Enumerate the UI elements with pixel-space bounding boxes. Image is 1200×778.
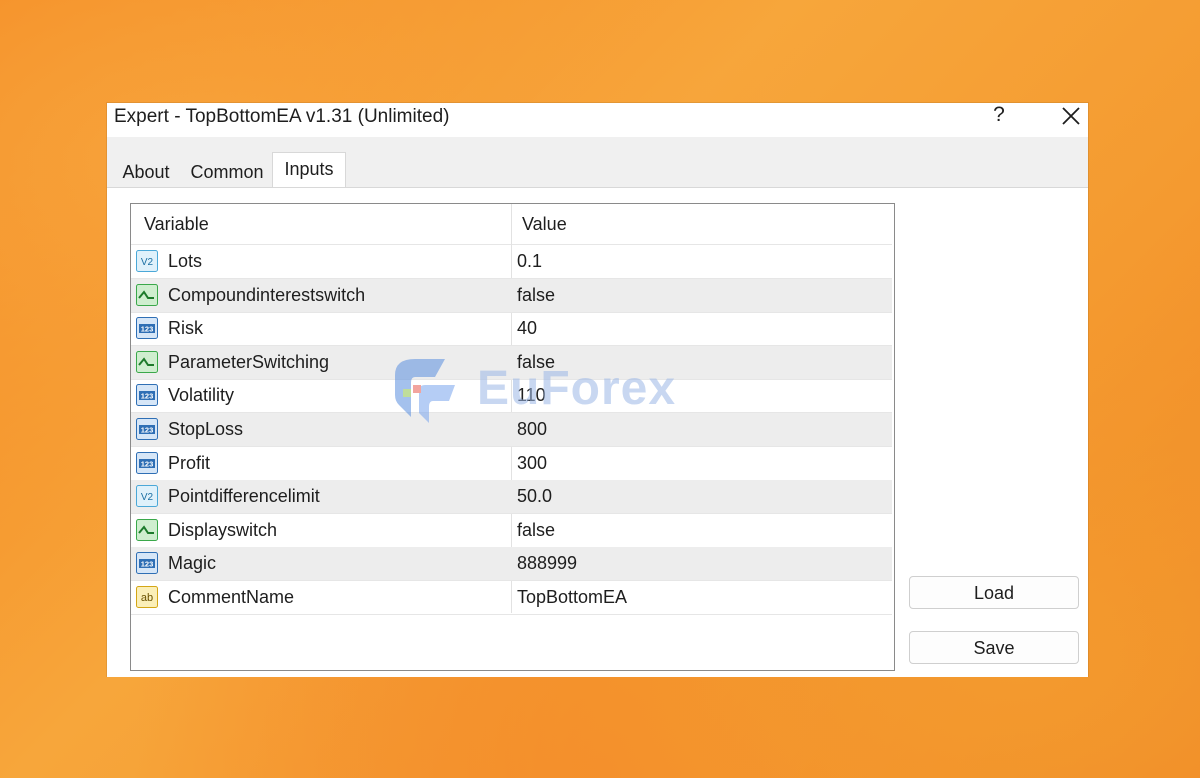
variable-name: Pointdifferencelimit — [168, 486, 320, 507]
svg-text:V2: V2 — [141, 257, 154, 268]
variable-name: Volatility — [168, 385, 235, 406]
load-button[interactable]: Load — [909, 576, 1079, 609]
inputs-panel: Variable Value V2 Lots 0.1 Compoundinterest… — [107, 187, 1088, 677]
svg-text:ab: ab — [141, 592, 153, 604]
watermark-logo-icon — [395, 359, 455, 423]
svg-text:123: 123 — [141, 459, 154, 468]
variable-name: CommentName — [168, 587, 295, 607]
bool-icon — [136, 350, 158, 373]
input-row[interactable]: Displayswitch false — [131, 514, 892, 548]
save-button[interactable]: Save — [909, 631, 1079, 664]
tab-bar: About Common Inputs — [107, 149, 1088, 189]
input-row[interactable]: ab CommentName TopBottomEA — [131, 581, 892, 615]
svg-text:123: 123 — [141, 426, 154, 435]
tab-about[interactable]: About — [117, 159, 175, 187]
input-row[interactable]: V2 Pointdifferencelimit 50.0 — [131, 480, 892, 515]
variable-value[interactable]: 300 — [517, 447, 547, 480]
variable-name: StopLoss — [168, 419, 244, 439]
double-value-icon: V2 — [136, 250, 158, 272]
string-icon: ab — [136, 586, 158, 608]
bool-icon — [136, 518, 158, 541]
int-icon: 123 — [136, 418, 158, 440]
tab-common[interactable]: Common — [187, 159, 267, 187]
double-value-icon: V2 — [136, 485, 158, 508]
variable-value[interactable]: false — [517, 279, 555, 312]
watermark: EuForex — [385, 355, 730, 425]
variable-value[interactable]: 0.1 — [517, 245, 542, 278]
variable-value[interactable]: TopBottomEA — [517, 581, 627, 614]
close-icon — [1062, 107, 1080, 125]
variable-name: Displayswitch — [168, 519, 278, 540]
tab-inputs[interactable]: Inputs — [272, 152, 346, 189]
int-icon: 123 — [136, 451, 158, 474]
input-row[interactable]: V2 Lots 0.1 — [131, 245, 892, 279]
variable-name: ParameterSwitching — [168, 351, 330, 372]
bool-icon — [136, 283, 158, 306]
help-button[interactable]: ? — [987, 103, 1011, 129]
svg-text:V2: V2 — [141, 492, 154, 503]
variable-name: Magic — [168, 553, 217, 574]
variable-name: Profit — [168, 452, 211, 473]
svg-text:123: 123 — [141, 325, 154, 334]
svg-text:123: 123 — [141, 560, 154, 569]
variable-name: Compoundinterestswitch — [168, 284, 366, 305]
window-title: Expert - TopBottomEA v1.31 (Unlimited) — [114, 106, 450, 127]
input-row[interactable]: Compoundinterestswitch false — [131, 278, 892, 313]
variable-value[interactable]: false — [517, 514, 555, 547]
watermark-text: EuForex — [477, 362, 677, 415]
svg-text:123: 123 — [141, 392, 154, 401]
close-button[interactable] — [1057, 103, 1085, 129]
variable-name: Risk — [168, 318, 203, 339]
variable-value[interactable]: 888999 — [517, 547, 577, 580]
variable-value[interactable]: 50.0 — [517, 480, 552, 513]
variable-name: Lots — [168, 251, 203, 271]
column-header-value[interactable]: Value — [522, 204, 567, 244]
input-row[interactable]: 123 Magic 888999 — [131, 547, 892, 582]
input-row[interactable]: 123 Risk 40 — [131, 312, 892, 347]
inputs-grid[interactable]: Variable Value V2 Lots 0.1 Compoundinterest… — [130, 203, 895, 671]
variable-value[interactable]: 40 — [517, 312, 537, 345]
title-bar: Expert - TopBottomEA v1.31 (Unlimited) ? — [107, 103, 1088, 137]
input-row[interactable]: 123 Profit 300 — [131, 447, 892, 481]
column-header-variable[interactable]: Variable — [144, 204, 209, 244]
int-icon: 123 — [136, 552, 158, 575]
int-icon: 123 — [136, 317, 158, 340]
int-icon: 123 — [136, 384, 158, 407]
